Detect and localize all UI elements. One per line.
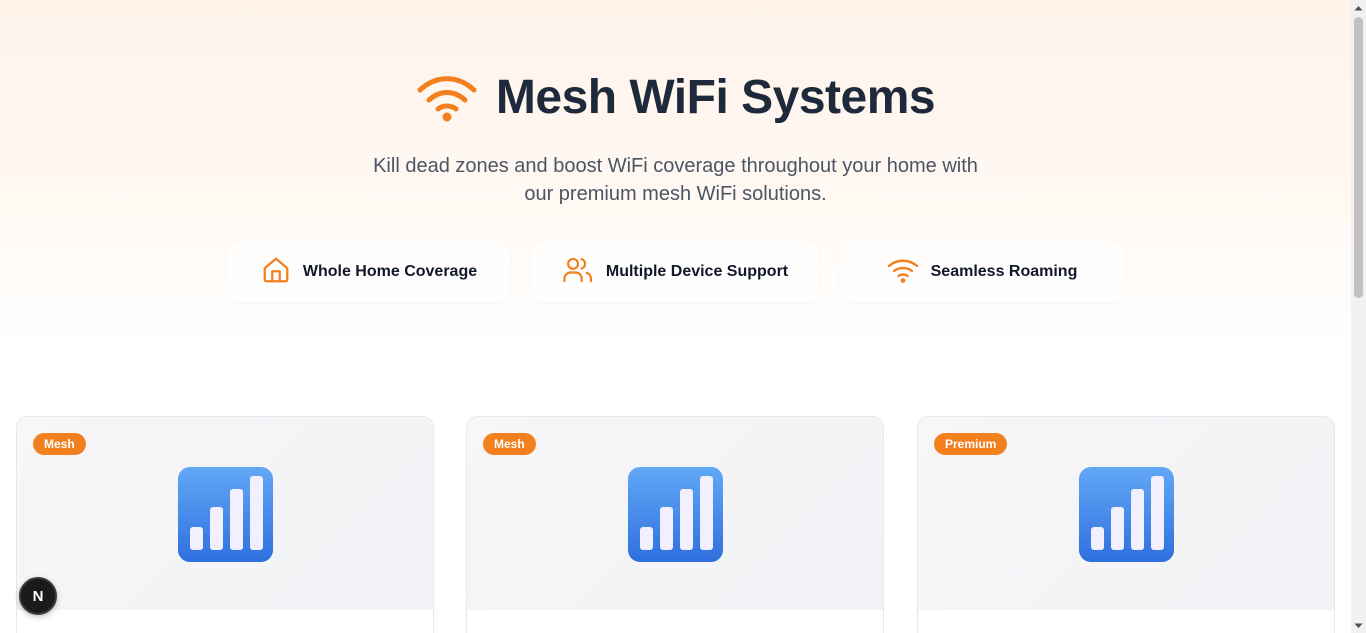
vertical-scrollbar[interactable] (1351, 0, 1366, 633)
product-card[interactable]: Mesh (16, 416, 434, 633)
nextjs-dev-badge[interactable]: N (19, 577, 57, 615)
users-icon (562, 255, 594, 290)
product-badge: Premium (934, 433, 1008, 455)
product-media: Premium (918, 417, 1334, 610)
feature-label: Multiple Device Support (605, 263, 789, 280)
feature-list: Whole Home Coverage Multiple Device Supp… (0, 241, 1351, 303)
feature-multiple-device-support: Multiple Device Support (532, 241, 818, 303)
page-subtitle: Kill dead zones and boost WiFi coverage … (325, 152, 1026, 208)
scroll-down-arrow-icon[interactable] (1351, 618, 1366, 633)
feature-seamless-roaming: Seamless Roaming (840, 241, 1124, 303)
product-badge: Mesh (33, 433, 86, 455)
home-icon (261, 255, 291, 290)
hero-section: Mesh WiFi Systems Kill dead zones and bo… (0, 0, 1351, 352)
feature-label: Whole Home Coverage (302, 263, 478, 280)
wifi-icon (887, 257, 919, 288)
signal-bars-icon (178, 467, 273, 562)
page-title: Mesh WiFi Systems (495, 70, 936, 124)
product-card[interactable]: Premium (917, 416, 1335, 633)
scrollbar-thumb[interactable] (1354, 17, 1363, 298)
subtitle-line-2: our premium mesh WiFi solutions. (524, 183, 827, 205)
signal-bars-icon (1079, 467, 1174, 562)
feature-whole-home-coverage: Whole Home Coverage (228, 241, 510, 303)
product-card[interactable]: Mesh (466, 416, 884, 633)
scroll-up-arrow-icon[interactable] (1351, 0, 1366, 15)
signal-bars-icon (628, 467, 723, 562)
feature-label: Seamless Roaming (930, 263, 1078, 280)
product-badge: Mesh (483, 433, 536, 455)
subtitle-line-1: Kill dead zones and boost WiFi coverage … (373, 155, 978, 177)
product-media: Mesh (17, 417, 433, 610)
wifi-icon (416, 72, 478, 122)
title-row: Mesh WiFi Systems (0, 66, 1351, 128)
product-media: Mesh (467, 417, 883, 610)
